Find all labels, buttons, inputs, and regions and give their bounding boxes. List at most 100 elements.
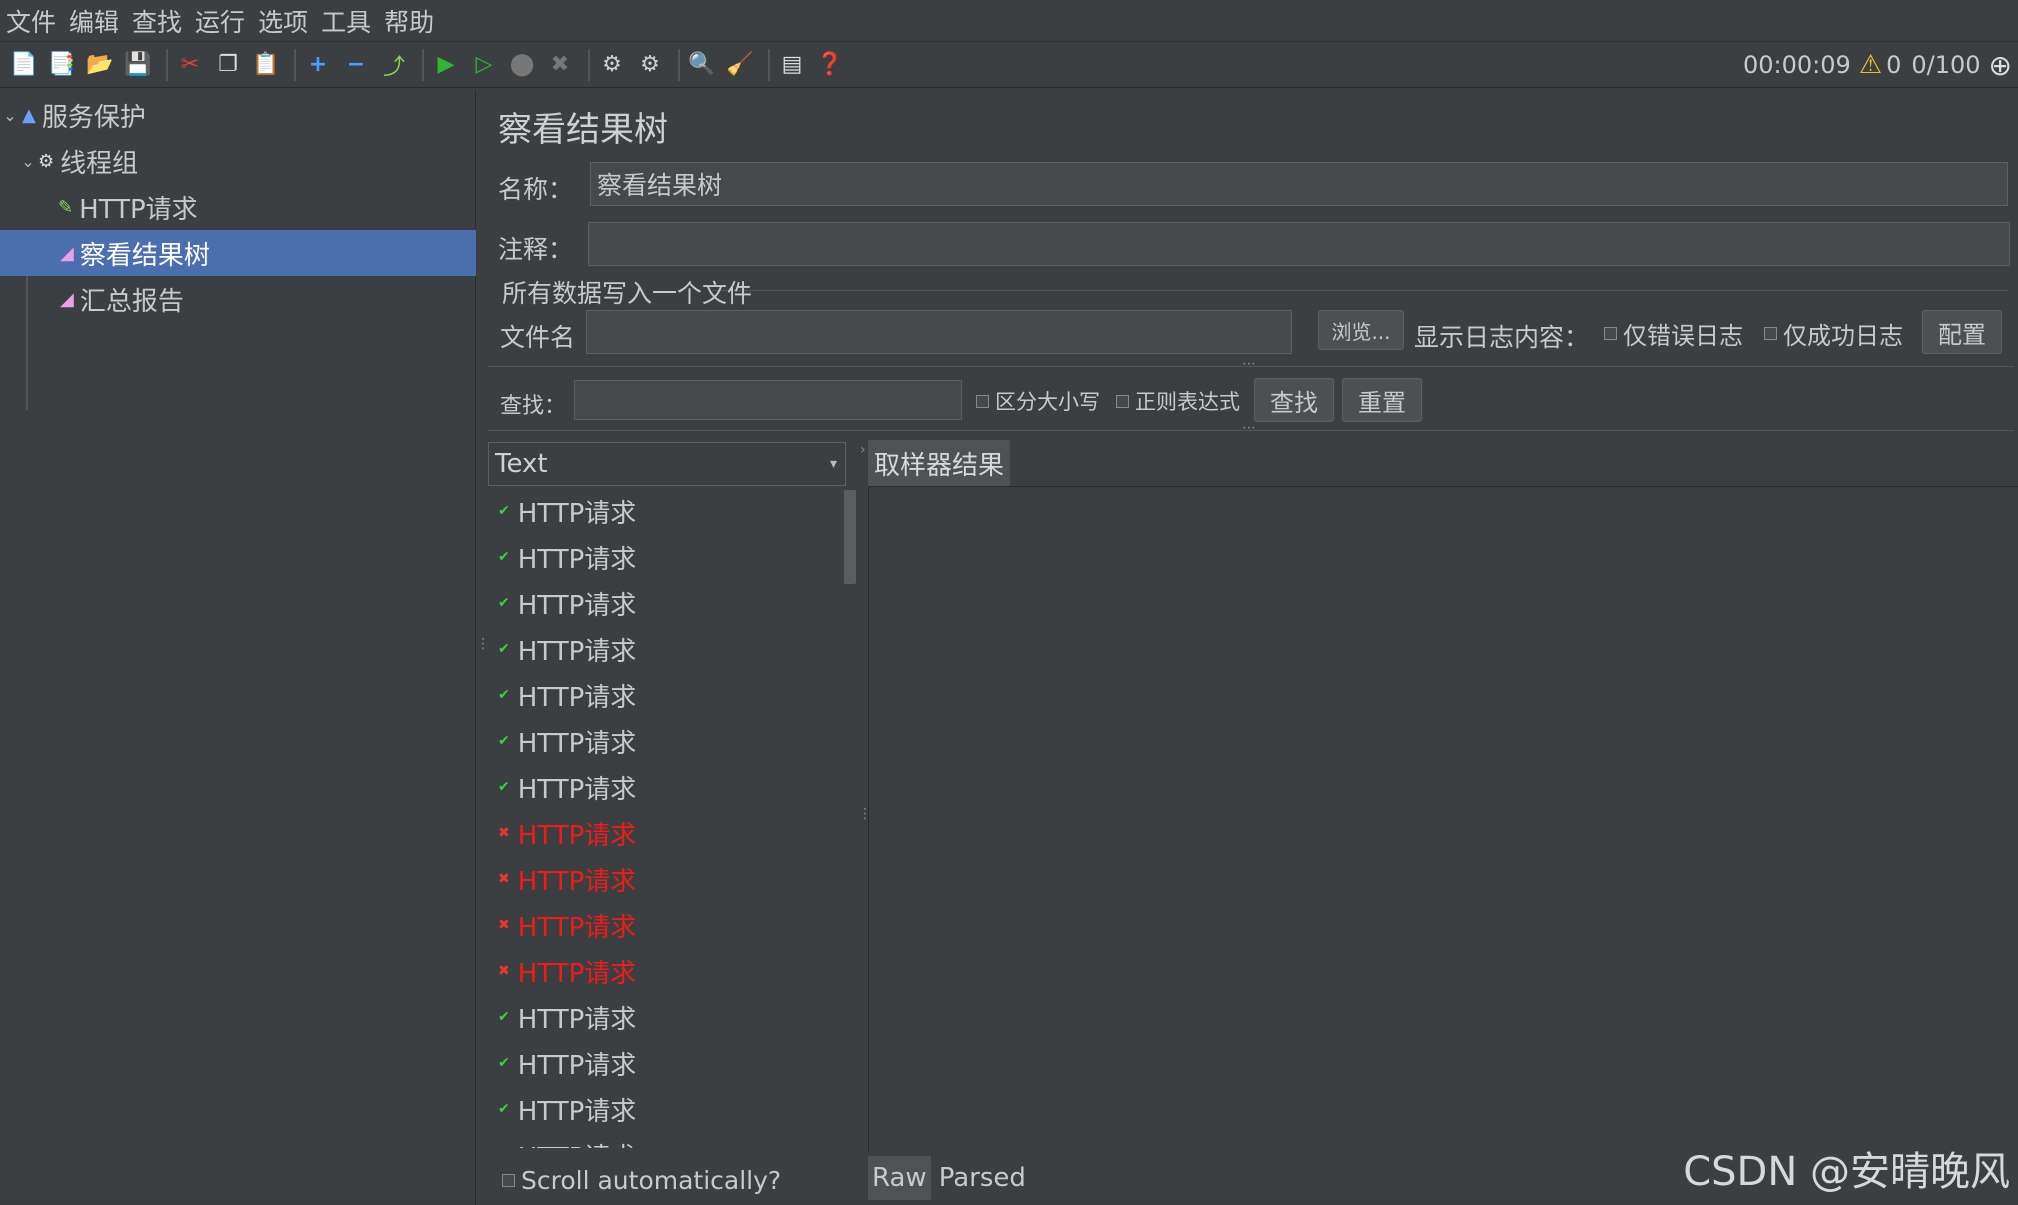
result-item-label: HTTP请求 xyxy=(517,912,637,943)
tab-parsed[interactable]: Parsed xyxy=(939,1163,1026,1193)
result-item-label: HTTP请求 xyxy=(517,544,637,575)
new-icon[interactable]: 📄 xyxy=(8,49,40,81)
start-no-pause-icon[interactable]: ▷ xyxy=(468,49,500,81)
toggle-icon[interactable]: ⤴ xyxy=(378,49,410,81)
case-sensitive-label: 区分大小写 xyxy=(995,390,1100,414)
result-list-item[interactable]: ✔ HTTP请求 xyxy=(498,1086,636,1132)
stop-icon[interactable]: ⬤ xyxy=(506,49,538,81)
view-mode-tabs: Raw Parsed xyxy=(868,1156,1026,1200)
collapse-icon[interactable]: − xyxy=(340,49,372,81)
clear-icon[interactable]: 🔍 xyxy=(686,49,718,81)
result-item-label: HTTP请求 xyxy=(517,820,637,851)
checkbox-box[interactable] xyxy=(1116,394,1129,408)
cut-icon[interactable]: ✂ xyxy=(174,49,206,81)
result-list-item[interactable]: ✖ HTTP请求 xyxy=(498,810,636,856)
search-label: 查找： xyxy=(500,394,567,419)
menu-options[interactable]: 选项 xyxy=(258,3,308,39)
globe-icon[interactable]: ⊕ xyxy=(1989,49,2012,82)
tree-item-summary-report[interactable]: ◢ 汇总报告 xyxy=(0,276,476,322)
menu-help[interactable]: 帮助 xyxy=(384,3,434,39)
chevron-down-icon[interactable]: ⌄ xyxy=(20,152,36,171)
success-shield-icon: ✔ xyxy=(498,1101,510,1117)
remote-stop-icon[interactable]: ⚙ xyxy=(634,49,666,81)
success-only-checkbox[interactable]: 仅成功日志 xyxy=(1764,316,1903,351)
result-item-label: HTTP请求 xyxy=(517,590,637,621)
save-icon[interactable]: 💾 xyxy=(122,49,154,81)
result-item-label: HTTP请求 xyxy=(517,1096,637,1127)
checkbox-box[interactable] xyxy=(976,394,989,408)
menu-edit[interactable]: 编辑 xyxy=(69,3,119,39)
search-input[interactable] xyxy=(574,380,962,420)
result-list-item[interactable]: ✔ HTTP请求 xyxy=(498,672,636,718)
splitter-handle[interactable]: ⋯ xyxy=(1242,420,1256,436)
reset-button[interactable]: 重置 xyxy=(1342,378,1422,422)
error-shield-icon: ✖ xyxy=(498,963,510,979)
regex-checkbox[interactable]: 正则表达式 xyxy=(1116,386,1240,416)
success-shield-icon: ✔ xyxy=(498,1009,510,1025)
scroll-automatically-checkbox[interactable]: Scroll automatically? xyxy=(502,1166,781,1195)
result-list-item[interactable]: ✔ HTTP请求 xyxy=(498,1040,636,1086)
menu-file[interactable]: 文件 xyxy=(6,3,56,39)
menu-run[interactable]: 运行 xyxy=(195,3,245,39)
menu-tools[interactable]: 工具 xyxy=(321,3,371,39)
splitter-handle[interactable]: › xyxy=(860,442,866,458)
start-icon[interactable]: ▶ xyxy=(430,49,462,81)
errors-only-label: 仅错误日志 xyxy=(1623,322,1743,350)
checkbox-box[interactable] xyxy=(1764,327,1777,340)
tree-item-test-plan[interactable]: ⌄ ▲ 服务保护 xyxy=(0,92,476,138)
result-list-item[interactable]: ✖ HTTP请求 xyxy=(498,856,636,902)
tree-item-view-results-tree[interactable]: ◢ 察看结果树 xyxy=(0,230,476,276)
success-shield-icon: ✔ xyxy=(498,1055,510,1071)
case-sensitive-checkbox[interactable]: 区分大小写 xyxy=(976,386,1100,416)
sample-result-list[interactable]: ✔ HTTP请求 ✔ HTTP请求 ✔ HTTP请求 ✔ HTTP请求 ✔ HTTP请求 ✔ HTTP… xyxy=(488,488,840,1149)
filename-field[interactable] xyxy=(586,310,1292,354)
checkbox-box[interactable] xyxy=(1604,327,1617,340)
shutdown-icon[interactable]: ✖ xyxy=(544,49,576,81)
remote-start-icon[interactable]: ⚙ xyxy=(596,49,628,81)
warning-icon[interactable]: ⚠ xyxy=(1859,50,1882,80)
result-list-item[interactable]: ✔ HTTP请求 xyxy=(498,994,636,1040)
copy-icon[interactable]: ❐ xyxy=(212,49,244,81)
success-shield-icon: ✔ xyxy=(498,641,510,657)
result-list-item[interactable]: ✖ HTTP请求 xyxy=(498,948,636,994)
function-helper-icon[interactable]: ▤ xyxy=(776,49,808,81)
tree-item-http-request[interactable]: ✎ HTTP请求 xyxy=(0,184,476,230)
result-list-scrollbar[interactable] xyxy=(844,488,856,1148)
browse-button[interactable]: 浏览... xyxy=(1318,310,1404,350)
result-list-item[interactable]: ✔ HTTP请求 xyxy=(498,488,636,534)
result-list-item[interactable]: ✔ HTTP请求 xyxy=(498,764,636,810)
tree-item-label: 线程组 xyxy=(60,148,139,179)
open-icon[interactable]: 📂 xyxy=(84,49,116,81)
result-item-label: HTTP请求 xyxy=(517,866,637,897)
result-list-item[interactable]: ✔ HTTP请求 xyxy=(498,626,636,672)
result-list-item[interactable]: ✔ HTTP请求 xyxy=(498,534,636,580)
find-button[interactable]: 查找 xyxy=(1254,378,1334,422)
expand-icon[interactable]: + xyxy=(302,49,334,81)
splitter-handle[interactable]: ⋯ xyxy=(1242,356,1256,372)
name-field[interactable]: 察看结果树 xyxy=(590,162,2008,206)
templates-icon[interactable]: 📑 xyxy=(46,49,78,81)
scrollbar-thumb[interactable] xyxy=(844,490,856,584)
menu-search[interactable]: 查找 xyxy=(132,3,182,39)
paste-icon[interactable]: 📋 xyxy=(250,49,282,81)
configure-button[interactable]: 配置 xyxy=(1922,310,2002,354)
result-list-item[interactable]: ✖ HTTP请求 xyxy=(498,902,636,948)
renderer-select[interactable]: Text ▾ xyxy=(488,442,846,486)
checkbox-box[interactable] xyxy=(502,1174,515,1187)
comment-field[interactable] xyxy=(588,222,2010,266)
toolbar-separator xyxy=(166,48,168,81)
chevron-down-icon[interactable]: ⌄ xyxy=(2,106,18,125)
tree-item-thread-group[interactable]: ⌄ ⚙ 线程组 xyxy=(0,138,476,184)
errors-only-checkbox[interactable]: 仅错误日志 xyxy=(1604,316,1743,351)
tab-sampler-result[interactable]: 取样器结果 xyxy=(868,440,1011,486)
tab-raw[interactable]: Raw xyxy=(868,1156,931,1200)
view-results-tree-panel: 察看结果树 名称： 察看结果树 注释： 所有数据写入一个文件 文件名 浏览...… xyxy=(482,90,2018,1205)
help-icon[interactable]: ❓ xyxy=(814,49,846,81)
clear-all-icon[interactable]: 🧹 xyxy=(724,49,756,81)
toolbar: 📄 📑 📂 💾 ✂ ❐ 📋 + − ⤴ ▶ ▷ ⬤ ✖ ⚙ ⚙ 🔍 🧹 ▤ ❓ xyxy=(0,42,2018,88)
result-list-item[interactable]: ✔ HTTP请求 xyxy=(498,718,636,764)
renderer-value: Text xyxy=(495,449,548,479)
result-list-item[interactable]: ✔ HTTP请求 xyxy=(498,1132,636,1149)
result-list-item[interactable]: ✔ HTTP请求 xyxy=(498,580,636,626)
section-border xyxy=(712,290,2008,291)
